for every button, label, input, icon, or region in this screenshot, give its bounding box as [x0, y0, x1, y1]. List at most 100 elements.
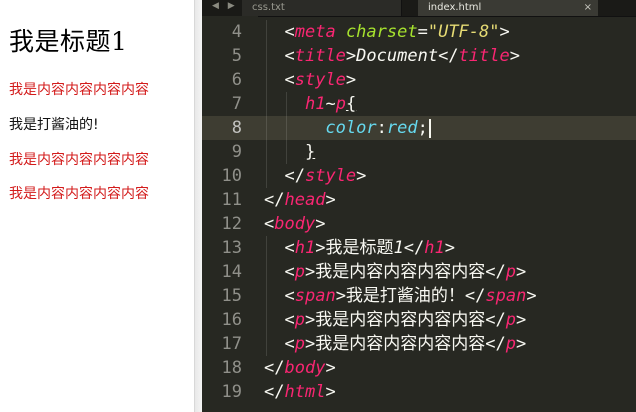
code-text: <p>我是内容内容内容内容</p>: [264, 260, 526, 284]
code-token: >: [515, 262, 527, 282]
code-token: >: [526, 286, 537, 306]
code-token: </: [438, 46, 459, 66]
code-token: p: [335, 94, 346, 114]
line-number: 19: [221, 382, 242, 402]
code-token: >: [345, 46, 357, 66]
tab-index-html[interactable]: index.html ×: [418, 0, 598, 16]
code-line[interactable]: 8 color:red;: [202, 116, 636, 140]
tab-label: css.txt: [252, 2, 285, 13]
code-token: meta: [294, 22, 336, 42]
code-token: body: [284, 358, 326, 378]
line-number: 14: [221, 262, 242, 282]
preview-paragraph-1: 我是内容内容内容内容: [9, 82, 149, 98]
code-token: ~: [325, 94, 336, 114]
code-text: <meta charset="UTF-8">: [264, 20, 509, 44]
code-token: </: [264, 190, 285, 210]
code-token: head: [284, 190, 326, 210]
code-token: <: [264, 214, 275, 234]
code-token: color: [325, 118, 377, 138]
code-token: >: [325, 382, 336, 402]
code-text: <span>我是打酱油的！</span>: [264, 284, 537, 308]
tab-label: index.html: [428, 2, 482, 13]
code-token: >: [444, 238, 455, 258]
code-token: >: [315, 214, 326, 234]
code-token: body: [274, 214, 316, 234]
line-number: 9: [231, 142, 242, 162]
code-token: </: [264, 382, 285, 402]
code-line[interactable]: 16 <p>我是内容内容内容内容</p>: [202, 308, 636, 332]
code-token: p: [505, 310, 516, 330]
code-token: =: [417, 22, 428, 42]
code-token: >: [515, 334, 527, 354]
code-text: <h1>我是标题1</h1>: [264, 236, 455, 260]
code-token: >我是打酱油的！</: [335, 286, 486, 306]
indent-guide: [286, 92, 288, 164]
code-token: <: [284, 70, 295, 90]
code-token: >: [509, 46, 520, 66]
code-text: <style>: [264, 68, 356, 92]
code-line[interactable]: 5 <title>Document</title>: [202, 44, 636, 68]
text-cursor: [428, 118, 431, 138]
code-token: p: [505, 262, 516, 282]
code-token: Document: [356, 46, 439, 66]
code-text: <p>我是内容内容内容内容</p>: [264, 332, 526, 356]
code-area[interactable]: 4 <meta charset="UTF-8"> 5 <title>Documen…: [202, 16, 636, 412]
code-token: p: [294, 310, 305, 330]
code-token: p: [294, 262, 305, 282]
tab-css-txt[interactable]: css.txt: [242, 0, 402, 16]
code-line[interactable]: 4 <meta charset="UTF-8">: [202, 20, 636, 44]
code-token: 1: [393, 238, 404, 258]
code-token: <: [284, 334, 295, 354]
indent-guide: [266, 236, 267, 356]
code-line[interactable]: 12 <body>: [202, 212, 636, 236]
code-editor[interactable]: ◀ ▶ css.txt index.html × 4 <meta charset…: [202, 0, 636, 412]
preview-paragraph-2: 我是内容内容内容内容: [9, 152, 149, 168]
code-token: h1: [294, 238, 316, 258]
close-icon[interactable]: ×: [584, 0, 592, 16]
code-token: </: [403, 238, 425, 258]
code-text: <p>我是内容内容内容内容</p>: [264, 308, 526, 332]
code-line[interactable]: 18 </body>: [202, 356, 636, 380]
code-token: <: [284, 22, 295, 42]
code-line[interactable]: 19 </html>: [202, 380, 636, 404]
tab-bar: ◀ ▶ css.txt index.html ×: [202, 0, 636, 17]
code-token: >我是内容内容内容内容</: [304, 334, 506, 354]
code-token: p: [505, 334, 516, 354]
code-text: }: [264, 140, 315, 164]
code-token: title: [458, 46, 510, 66]
code-line[interactable]: 15 <span>我是打酱油的！</span>: [202, 284, 636, 308]
code-text: <title>Document</title>: [264, 44, 520, 68]
code-line[interactable]: 6 <style>: [202, 68, 636, 92]
preview-heading: 我是标题1: [9, 27, 128, 56]
code-line[interactable]: 7 h1~p{: [202, 92, 636, 116]
code-line[interactable]: 11 </head>: [202, 188, 636, 212]
code-line[interactable]: 14 <p>我是内容内容内容内容</p>: [202, 260, 636, 284]
code-text: </head>: [264, 188, 336, 212]
code-token: <: [284, 46, 295, 66]
code-line[interactable]: 10 </style>: [202, 164, 636, 188]
code-token: red: [386, 118, 418, 138]
line-number: 4: [231, 22, 242, 42]
code-token: <: [284, 262, 295, 282]
code-token: >我是标题: [315, 238, 394, 258]
browser-preview: 我是标题1 我是内容内容内容内容 我是打酱油的! 我是内容内容内容内容 我是内容…: [0, 0, 194, 412]
tab-nav-arrows-icon[interactable]: ◀ ▶: [212, 1, 238, 11]
code-token: span: [294, 286, 336, 306]
code-token: <: [284, 310, 295, 330]
code-token: >我是内容内容内容内容</: [304, 310, 506, 330]
code-line[interactable]: 13 <h1>我是标题1</h1>: [202, 236, 636, 260]
code-token: "UTF-8": [427, 22, 500, 42]
code-token: span: [485, 286, 527, 306]
line-number: 12: [221, 214, 242, 234]
code-token: >: [356, 166, 367, 186]
code-line[interactable]: 17 <p>我是内容内容内容内容</p>: [202, 332, 636, 356]
code-token: >: [325, 190, 336, 210]
line-number: 13: [221, 238, 242, 258]
code-token: </: [264, 358, 285, 378]
code-token: h1: [304, 94, 326, 114]
code-token: title: [294, 46, 346, 66]
code-line[interactable]: 9 }: [202, 140, 636, 164]
line-number: 6: [231, 70, 242, 90]
code-token: style: [294, 70, 346, 90]
